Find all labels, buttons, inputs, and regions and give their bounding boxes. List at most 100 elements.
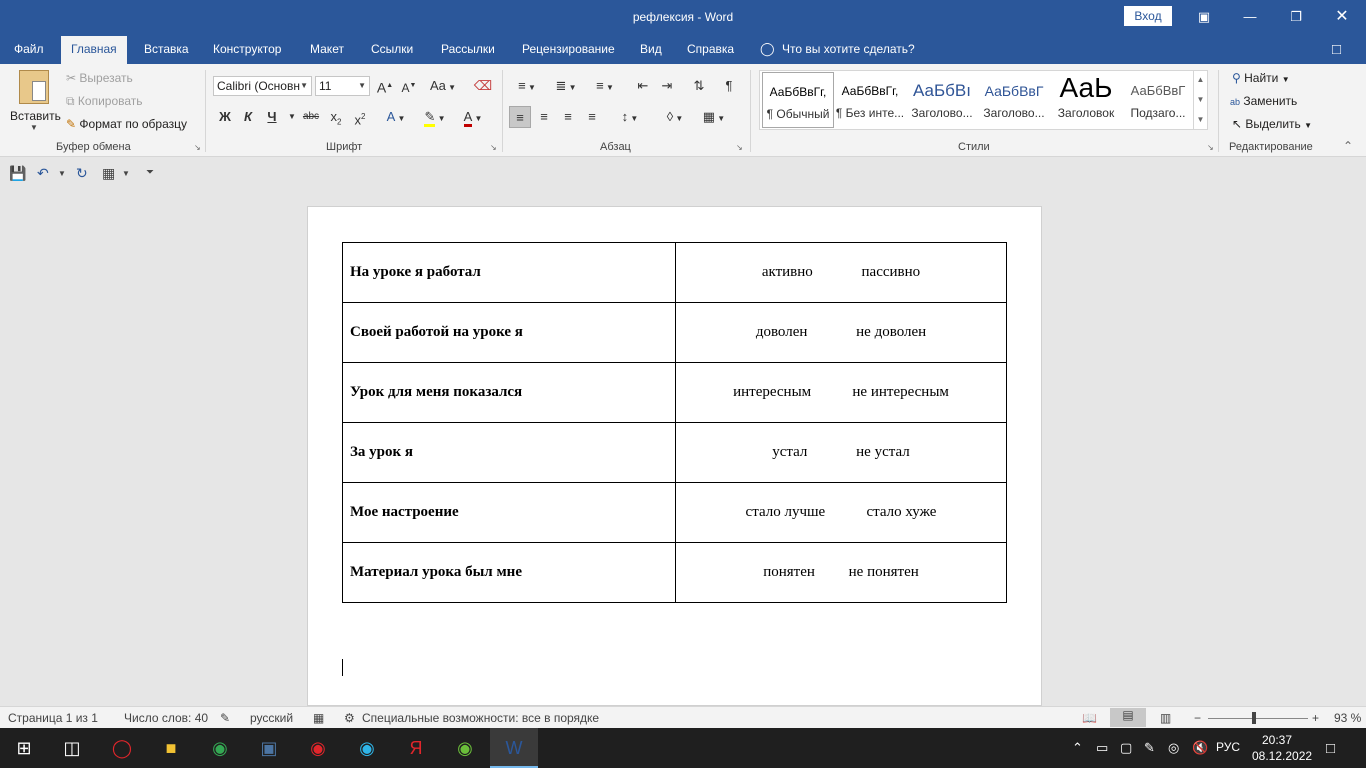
app-green-icon[interactable]: ◉ — [441, 728, 489, 768]
zoom-out-icon[interactable]: − — [1194, 711, 1201, 725]
network-globe-icon[interactable]: ◎ — [1168, 740, 1179, 756]
ribbon-display-options-icon[interactable]: ▣ — [1184, 6, 1224, 28]
close-button[interactable]: ✕ — [1322, 6, 1362, 28]
clipboard-dialog-launcher-icon[interactable]: ↘ — [194, 143, 201, 152]
question-cell[interactable]: За урок я — [342, 422, 676, 483]
accessibility-status[interactable]: Специальные возможности: все в порядке — [362, 711, 599, 725]
zoom-level[interactable]: 93 % — [1334, 711, 1361, 725]
yandex-browser-icon[interactable]: ◉ — [294, 728, 342, 768]
document-page[interactable]: На уроке я работал активно пассивно Свое… — [307, 206, 1042, 706]
font-size-combo[interactable]: 11 ▼ — [315, 76, 370, 96]
show-formatting-button[interactable]: ¶ — [718, 75, 740, 97]
repeat-icon[interactable]: ↻ — [76, 165, 88, 182]
question-cell[interactable]: Своей работой на уроке я — [342, 302, 676, 363]
shading-icon[interactable]: ◊ ▼ — [658, 106, 692, 128]
align-left-icon[interactable]: ≡ — [509, 106, 531, 128]
align-center-icon[interactable]: ≡ — [533, 106, 555, 128]
collapse-ribbon-icon[interactable]: ⌃ — [1343, 139, 1353, 153]
line-spacing-icon[interactable]: ↕ ▼ — [613, 106, 647, 128]
save-icon[interactable]: 💾 — [9, 165, 26, 182]
show-hidden-icons-icon[interactable]: ⌃ — [1072, 740, 1083, 756]
task-view-icon[interactable]: ◫ — [48, 728, 96, 768]
find-button[interactable]: ⚲ Найти ▼ — [1232, 71, 1290, 85]
subscript-icon[interactable]: x2 — [325, 106, 347, 128]
edge-icon[interactable]: ◉ — [343, 728, 391, 768]
maximize-button[interactable]: ❐ — [1276, 6, 1316, 28]
chevron-down-icon[interactable]: ▼ — [122, 169, 130, 178]
proofing-icon[interactable]: ✎ — [220, 711, 230, 725]
device-icon[interactable]: ▢ — [1120, 740, 1132, 756]
superscript-icon[interactable]: x2 — [349, 106, 371, 128]
tab-references[interactable]: Ссылки — [361, 36, 423, 64]
read-mode-icon[interactable]: 📖 — [1082, 711, 1097, 725]
answer-cell[interactable]: устал не устал — [675, 422, 1007, 483]
answer-cell[interactable]: активно пассивно — [675, 242, 1007, 303]
bold-button[interactable]: Ж — [214, 106, 236, 128]
chrome-icon[interactable]: ◉ — [196, 728, 244, 768]
sign-in-button[interactable]: Вход — [1124, 6, 1172, 26]
font-name-combo[interactable]: Calibri (Основн ▼ — [213, 76, 312, 96]
customize-qat-icon[interactable]: ⏷ — [146, 167, 154, 178]
clear-formatting-icon[interactable]: ⌫ — [472, 75, 494, 97]
highlight-color-button[interactable]: ✎ ▼ — [418, 106, 452, 128]
system-clock[interactable]: 20:37 08.12.2022 — [1252, 732, 1312, 764]
vk-icon[interactable]: ▣ — [245, 728, 293, 768]
scroll-up-icon[interactable]: ▲ — [1194, 70, 1207, 90]
zoom-in-icon[interactable]: + — [1312, 711, 1319, 725]
borders-icon[interactable]: ▦ ▼ — [697, 106, 731, 128]
notifications-icon[interactable]: □ — [1326, 740, 1335, 757]
print-layout-icon[interactable]: ▤ — [1110, 708, 1146, 727]
paragraph-dialog-launcher-icon[interactable]: ↘ — [736, 143, 743, 152]
font-color-button[interactable]: A ▼ — [456, 106, 490, 128]
battery-icon[interactable]: ▭ — [1096, 740, 1108, 756]
tell-me-search[interactable]: ◯ Что вы хотите сделать? — [760, 36, 915, 64]
windows-start-icon[interactable]: ⊞ — [0, 728, 48, 768]
format-painter-button[interactable]: ✎ Формат по образцу — [66, 117, 187, 131]
zoom-slider-thumb[interactable] — [1252, 712, 1256, 724]
style-heading-2[interactable]: АаБбВвГ Заголово... — [978, 72, 1050, 128]
chevron-down-icon[interactable]: ▼ — [58, 169, 66, 178]
cut-button[interactable]: ✂ Вырезать — [66, 71, 133, 85]
language-status[interactable]: русский — [250, 711, 293, 725]
tab-design[interactable]: Конструктор — [203, 36, 291, 64]
yandex-icon[interactable]: Я — [392, 728, 440, 768]
paste-button[interactable]: Вставить ▼ — [10, 70, 61, 132]
select-button[interactable]: ↖ Выделить ▼ — [1232, 117, 1312, 131]
zoom-slider-track[interactable] — [1208, 718, 1308, 719]
more-styles-icon[interactable]: ▼ — [1194, 110, 1207, 130]
scroll-down-icon[interactable]: ▼ — [1194, 90, 1207, 110]
tab-home[interactable]: Главная — [61, 36, 127, 64]
tab-view[interactable]: Вид — [630, 36, 672, 64]
undo-icon[interactable]: ↶ — [37, 165, 49, 182]
styles-dialog-launcher-icon[interactable]: ↘ — [1207, 143, 1214, 152]
style-no-spacing[interactable]: АаБбВвГг, ¶ Без инте... — [834, 72, 906, 128]
tab-mailings[interactable]: Рассылки — [431, 36, 505, 64]
italic-button[interactable]: К — [237, 106, 259, 128]
opera-icon[interactable]: ◯ — [98, 728, 146, 768]
pen-icon[interactable]: ✎ — [1144, 740, 1155, 756]
accessibility-icon[interactable]: ⚙ — [344, 711, 355, 725]
justify-icon[interactable]: ≡ — [581, 106, 603, 128]
tab-help[interactable]: Справка — [677, 36, 744, 64]
macro-icon[interactable]: ▦ — [313, 711, 324, 725]
font-dialog-launcher-icon[interactable]: ↘ — [490, 143, 497, 152]
question-cell[interactable]: На уроке я работал — [342, 242, 676, 303]
question-cell[interactable]: Материал урока был мне — [342, 542, 676, 603]
word-taskbar-icon[interactable]: W — [490, 728, 538, 768]
tab-layout[interactable]: Макет — [300, 36, 354, 64]
page-count[interactable]: Страница 1 из 1 — [8, 711, 98, 725]
increase-indent-icon[interactable]: ⇥ — [656, 75, 678, 97]
tab-file[interactable]: Файл — [4, 36, 54, 64]
input-language[interactable]: РУС — [1216, 740, 1240, 754]
align-right-icon[interactable]: ≡ — [557, 106, 579, 128]
style-normal[interactable]: АаБбВвГг, ¶ Обычный — [762, 72, 834, 128]
change-case-button[interactable]: Aa ▼ — [428, 75, 458, 97]
web-layout-icon[interactable]: ▥ — [1160, 711, 1171, 725]
copy-button[interactable]: ⧉ Копировать — [66, 94, 143, 109]
style-title[interactable]: АаЬ Заголовок — [1050, 72, 1122, 128]
replace-button[interactable]: ab Заменить — [1230, 94, 1297, 108]
sort-icon[interactable]: ⇅ — [688, 75, 710, 97]
style-subtitle[interactable]: АаБбВвГ Подзаго... — [1122, 72, 1194, 128]
volume-muted-icon[interactable]: 🔇 — [1192, 740, 1208, 756]
answer-cell[interactable]: стало лучше стало хуже — [675, 482, 1007, 543]
